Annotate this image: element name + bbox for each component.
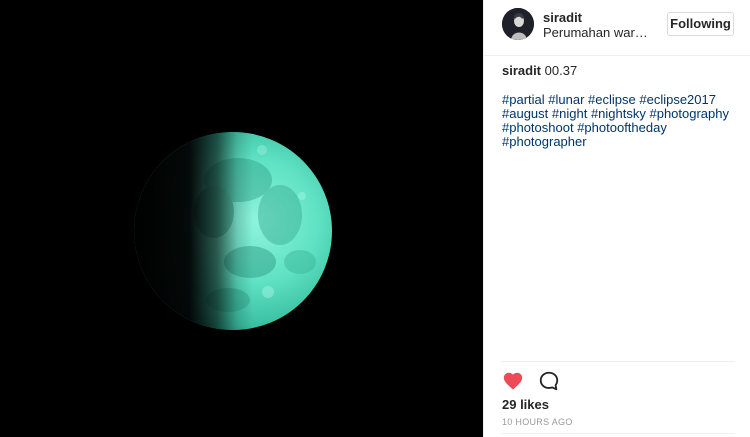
following-button[interactable]: Following — [667, 12, 734, 36]
hashtag-link[interactable]: #eclipse — [588, 92, 636, 107]
hashtag-link[interactable]: #eclipse2017 — [639, 92, 716, 107]
post-header: siradit Perumahan warta... Following — [484, 0, 750, 56]
heart-icon[interactable] — [502, 370, 524, 392]
instagram-post: siradit Perumahan warta... Following sir… — [0, 0, 750, 437]
hashtag-link[interactable]: #photoshoot — [502, 120, 574, 135]
hashtag-link[interactable]: #photography — [649, 106, 729, 121]
post-photo[interactable] — [0, 0, 483, 437]
hashtag-link[interactable]: #photooftheday — [577, 120, 667, 135]
caption: siradit 00.37 #partial #lunar #eclipse #… — [502, 64, 738, 149]
likes-count[interactable]: 29 likes — [502, 397, 549, 412]
action-bar — [502, 370, 570, 394]
location-link[interactable]: Perumahan warta... — [543, 25, 651, 40]
hashtag-link[interactable]: #night — [552, 106, 587, 121]
avatar-photo-icon — [502, 8, 534, 40]
post-timestamp[interactable]: 10 HOURS AGO — [502, 417, 573, 427]
caption-text: 00.37 — [544, 63, 578, 78]
hashtag-link[interactable]: #august — [502, 106, 548, 121]
avatar[interactable] — [502, 8, 534, 40]
speech-bubble-icon[interactable] — [538, 370, 560, 392]
partial-lunar-eclipse-image — [0, 0, 483, 437]
hashtag-link[interactable]: #nightsky — [591, 106, 646, 121]
hashtag-link[interactable]: #photographer — [502, 134, 587, 149]
post-sidebar: siradit Perumahan warta... Following sir… — [483, 0, 750, 437]
caption-username[interactable]: siradit — [502, 63, 541, 78]
divider — [501, 361, 735, 362]
username[interactable]: siradit — [543, 10, 582, 25]
hashtag-list: #partial #lunar #eclipse #eclipse2017 #a… — [502, 93, 738, 149]
caption-line: siradit 00.37 — [502, 64, 738, 78]
hashtag-link[interactable]: #partial — [502, 92, 545, 107]
hashtag-link[interactable]: #lunar — [548, 92, 584, 107]
divider — [501, 433, 735, 434]
